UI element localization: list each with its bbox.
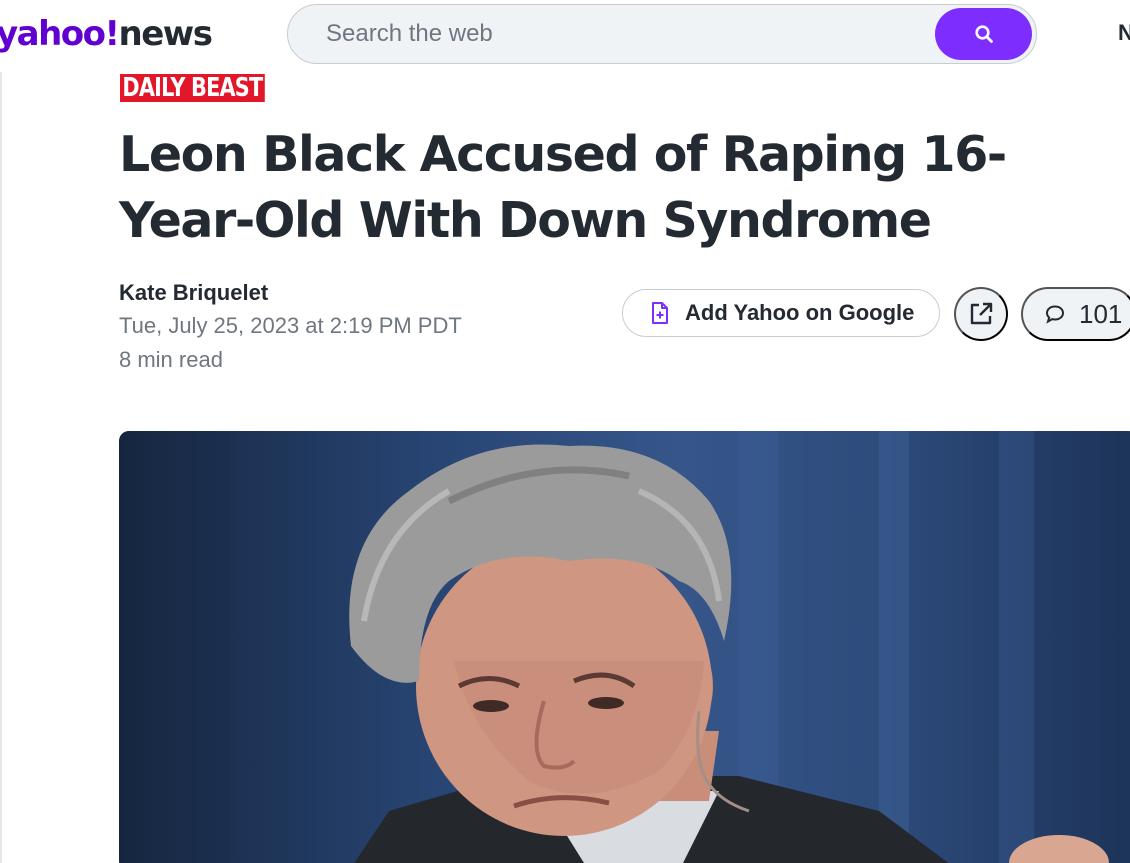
read-time: 8 min read (119, 347, 223, 372)
share-button[interactable] (954, 287, 1008, 341)
add-google-label: Add Yahoo on Google (685, 300, 915, 325)
hero-photo-illustration (179, 431, 1109, 863)
yahoo-news-logo[interactable]: yahoo!news (0, 12, 213, 56)
provider-logo[interactable]: DAILY BEAST (120, 74, 265, 102)
logo-news: news (118, 14, 213, 54)
comment-icon (1045, 305, 1065, 324)
nav-item-partial[interactable]: N (1118, 20, 1130, 46)
publish-date: Tue, July 25, 2023 at 2:19 PM PDT (119, 313, 462, 338)
author-name[interactable]: Kate Briquelet (119, 280, 268, 306)
logo-yahoo: yahoo (0, 14, 106, 54)
share-icon (970, 302, 993, 325)
comment-count: 101 (1079, 298, 1123, 329)
article-hero-image[interactable] (119, 431, 1130, 863)
search-input[interactable] (326, 19, 906, 49)
comments-button[interactable]: 101 (1021, 287, 1130, 341)
search-bar (287, 4, 1037, 64)
left-divider (0, 72, 2, 863)
logo-bang: ! (104, 14, 121, 54)
add-yahoo-on-google-button[interactable]: Add Yahoo on Google (622, 289, 940, 337)
article-title: Leon Black Accused of Raping 16-Year-Old… (119, 126, 1007, 249)
search-button[interactable] (935, 8, 1032, 60)
add-source-icon (652, 302, 668, 324)
search-icon (974, 25, 993, 43)
header: yahoo!news N (0, 0, 1130, 72)
